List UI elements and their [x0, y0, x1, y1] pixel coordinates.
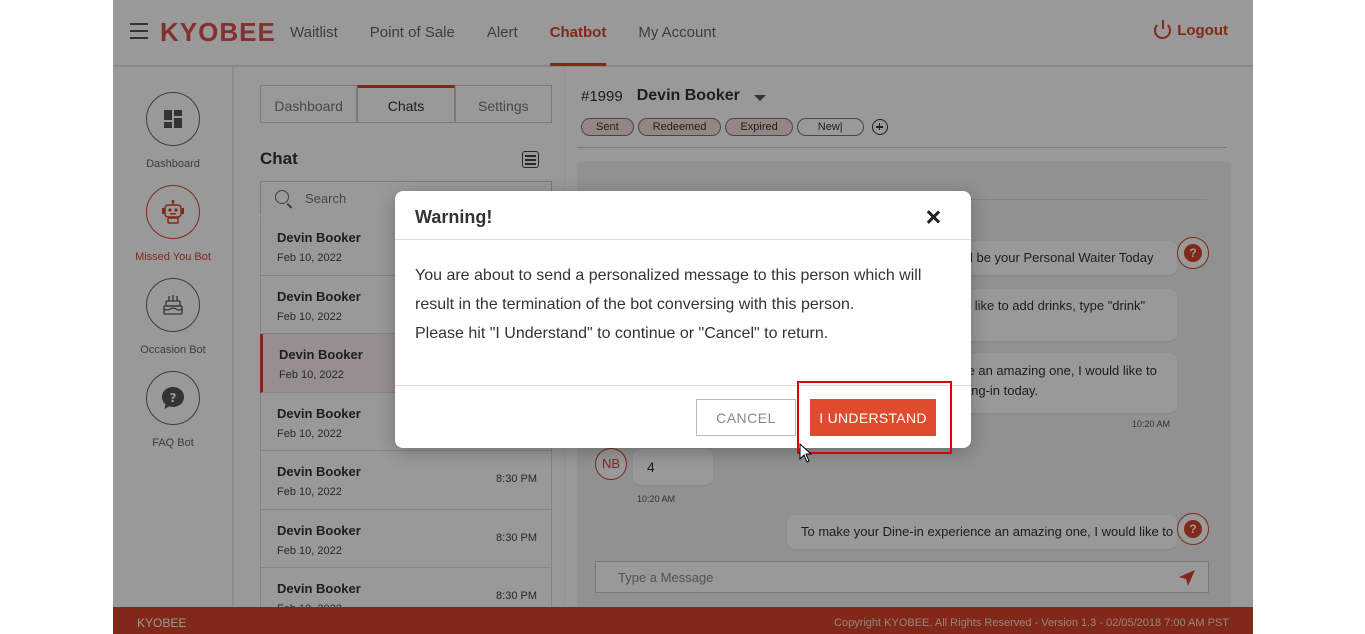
mouse-cursor-icon — [799, 443, 813, 463]
close-icon[interactable] — [923, 207, 943, 227]
dialog-message-line: result in the termination of the bot con… — [415, 296, 855, 313]
dialog-message-line: You are about to send a personalized mes… — [415, 267, 922, 284]
dialog-message-line: Please hit "I Understand" to continue or… — [415, 325, 829, 342]
divider — [395, 385, 971, 386]
warning-dialog: Warning! You are about to send a persona… — [395, 191, 971, 448]
dialog-message: You are about to send a personalized mes… — [415, 261, 955, 348]
cancel-button[interactable]: CANCEL — [696, 399, 796, 436]
i-understand-button[interactable]: I UNDERSTAND — [810, 399, 936, 436]
divider — [395, 239, 971, 240]
dialog-title: Warning! — [415, 207, 493, 227]
